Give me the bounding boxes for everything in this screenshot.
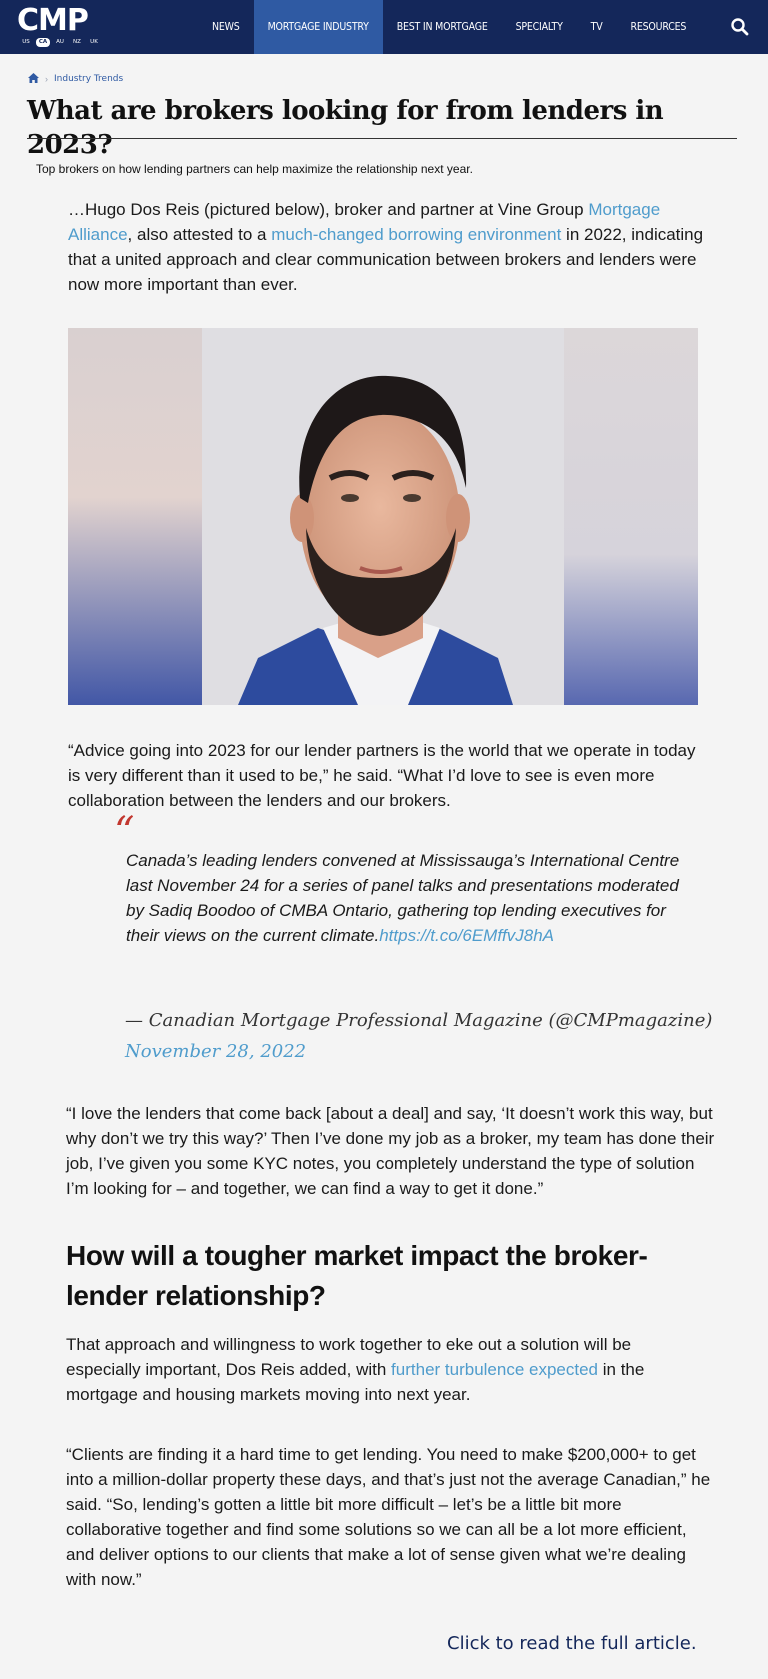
- paragraph-approach: That approach and willingness to work to…: [66, 1332, 686, 1407]
- logo-text: CMP: [17, 3, 89, 38]
- region-uk[interactable]: UK: [87, 38, 101, 47]
- article-photo: [68, 328, 698, 705]
- breadcrumb-separator: ›: [45, 74, 48, 84]
- breadcrumb-industry-trends[interactable]: Industry Trends: [54, 74, 123, 84]
- main-nav: NEWS MORTGAGE INDUSTRY BEST IN MORTGAGE …: [198, 0, 700, 54]
- top-navigation-bar: CMP US CA AU NZ UK NEWS MORTGAGE INDUSTR…: [0, 0, 768, 54]
- embedded-tweet-text: Canada’s leading lenders convened at Mis…: [126, 848, 686, 948]
- nav-specialty[interactable]: SPECIALTY: [502, 0, 577, 54]
- paragraph-clients: “Clients are finding it a hard time to g…: [66, 1445, 711, 1589]
- tweet-link[interactable]: https://t.co/6EMffvJ8hA: [379, 926, 554, 945]
- nav-resources[interactable]: RESOURCES: [616, 0, 700, 54]
- cmp-logo[interactable]: CMP US CA AU NZ UK: [17, 5, 107, 49]
- nav-tv[interactable]: TV: [577, 0, 617, 54]
- region-ca[interactable]: CA: [36, 38, 50, 47]
- title-divider: [27, 138, 737, 139]
- link-borrowing-environment[interactable]: much-changed borrowing environment: [271, 225, 561, 244]
- search-icon[interactable]: [730, 17, 750, 37]
- paragraph-intro: …Hugo Dos Reis (pictured below), broker …: [68, 197, 708, 297]
- region-au[interactable]: AU: [53, 38, 67, 47]
- article-dek: Top brokers on how lending partners can …: [36, 162, 473, 176]
- nav-news[interactable]: NEWS: [198, 0, 254, 54]
- breadcrumb: › Industry Trends: [28, 70, 123, 88]
- nav-best-in-mortgage[interactable]: BEST IN MORTGAGE: [383, 0, 502, 54]
- quote-icon: “: [114, 809, 135, 855]
- paragraph-advice: “Advice going into 2023 for our lender p…: [68, 741, 696, 810]
- region-us[interactable]: US: [19, 38, 33, 47]
- tweet-date-link[interactable]: November 28, 2022: [125, 1041, 306, 1062]
- read-full-article-link[interactable]: Click to read the full article.: [447, 1633, 697, 1654]
- region-switcher: US CA AU NZ UK: [19, 38, 101, 47]
- nav-mortgage-industry[interactable]: MORTGAGE INDUSTRY: [253, 0, 383, 54]
- region-nz[interactable]: NZ: [70, 38, 84, 47]
- home-icon[interactable]: [28, 70, 39, 88]
- link-further-turbulence[interactable]: further turbulence expected: [391, 1360, 598, 1379]
- article-title: What are brokers looking for from lender…: [27, 96, 664, 160]
- tweet-author: — Canadian Mortgage Professional Magazin…: [125, 1010, 713, 1031]
- paragraph-text: …Hugo Dos Reis (pictured below), broker …: [68, 200, 589, 219]
- paragraph-lenders: “I love the lenders that come back [abou…: [66, 1104, 715, 1198]
- section-heading: How will a tougher market impact the bro…: [66, 1240, 648, 1311]
- paragraph-text: , also attested to a: [127, 225, 272, 244]
